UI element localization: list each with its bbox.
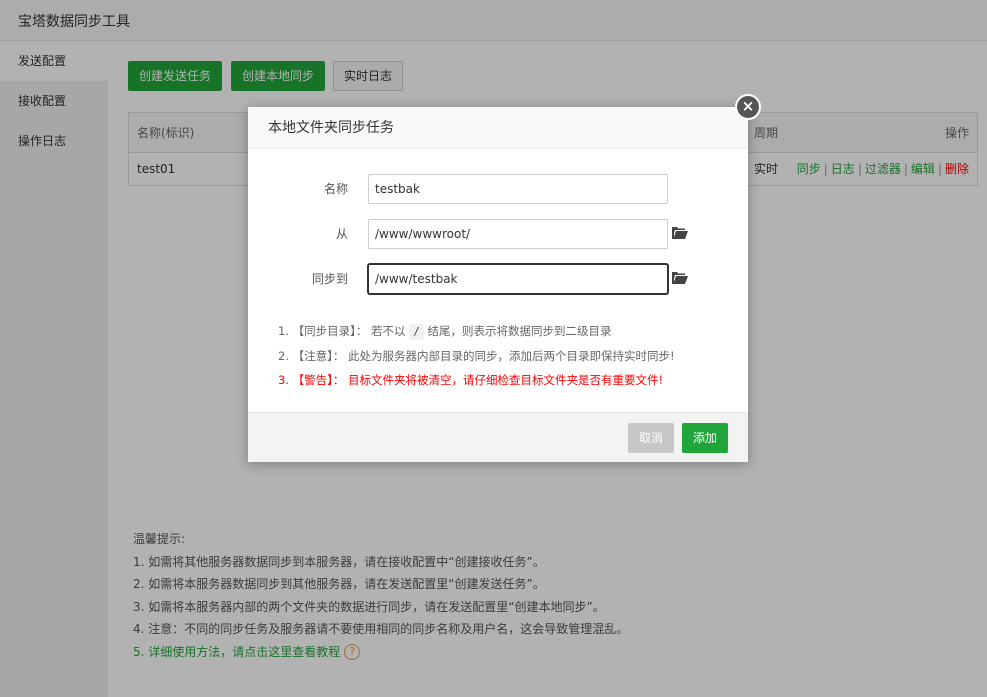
name-row: 名称 <box>248 174 748 204</box>
dialog-title: 本地文件夹同步任务 <box>248 107 748 149</box>
name-input[interactable] <box>368 174 668 204</box>
slash-code: / <box>409 324 424 340</box>
from-row: 从 <box>248 219 748 249</box>
notes-list: 1. 【同步目录】： 若不以 / 结尾，则表示将数据同步到二级目录 2. 【注意… <box>278 319 675 393</box>
from-path-input[interactable] <box>368 219 668 249</box>
folder-open-icon[interactable] <box>672 226 688 240</box>
note-sync-dir: 1. 【同步目录】： 若不以 / 结尾，则表示将数据同步到二级目录 <box>278 324 612 340</box>
note-warning: 3. 【警告】： 目标文件夹将被清空，请仔细检查目标文件夹是否有重要文件! <box>278 373 664 387</box>
folder-open-icon[interactable] <box>672 271 688 285</box>
from-label: 从 <box>335 227 348 241</box>
add-button[interactable]: 添加 <box>681 423 728 453</box>
note-attention: 2. 【注意】： 此处为服务器内部目录的同步，添加后两个目录即保持实时同步! <box>278 348 675 363</box>
dialog-footer: 取消 添加 <box>248 412 748 462</box>
local-sync-dialog: 本地文件夹同步任务 × 名称 从 同步到 1. 【同步目录】： 若不以 / 结尾… <box>248 94 761 462</box>
target-label: 同步到 <box>311 272 348 286</box>
close-icon[interactable]: × <box>735 94 761 120</box>
target-row: 同步到 <box>248 264 748 294</box>
cancel-button[interactable]: 取消 <box>627 423 674 453</box>
name-label: 名称 <box>323 182 348 196</box>
target-path-input[interactable] <box>368 264 668 294</box>
